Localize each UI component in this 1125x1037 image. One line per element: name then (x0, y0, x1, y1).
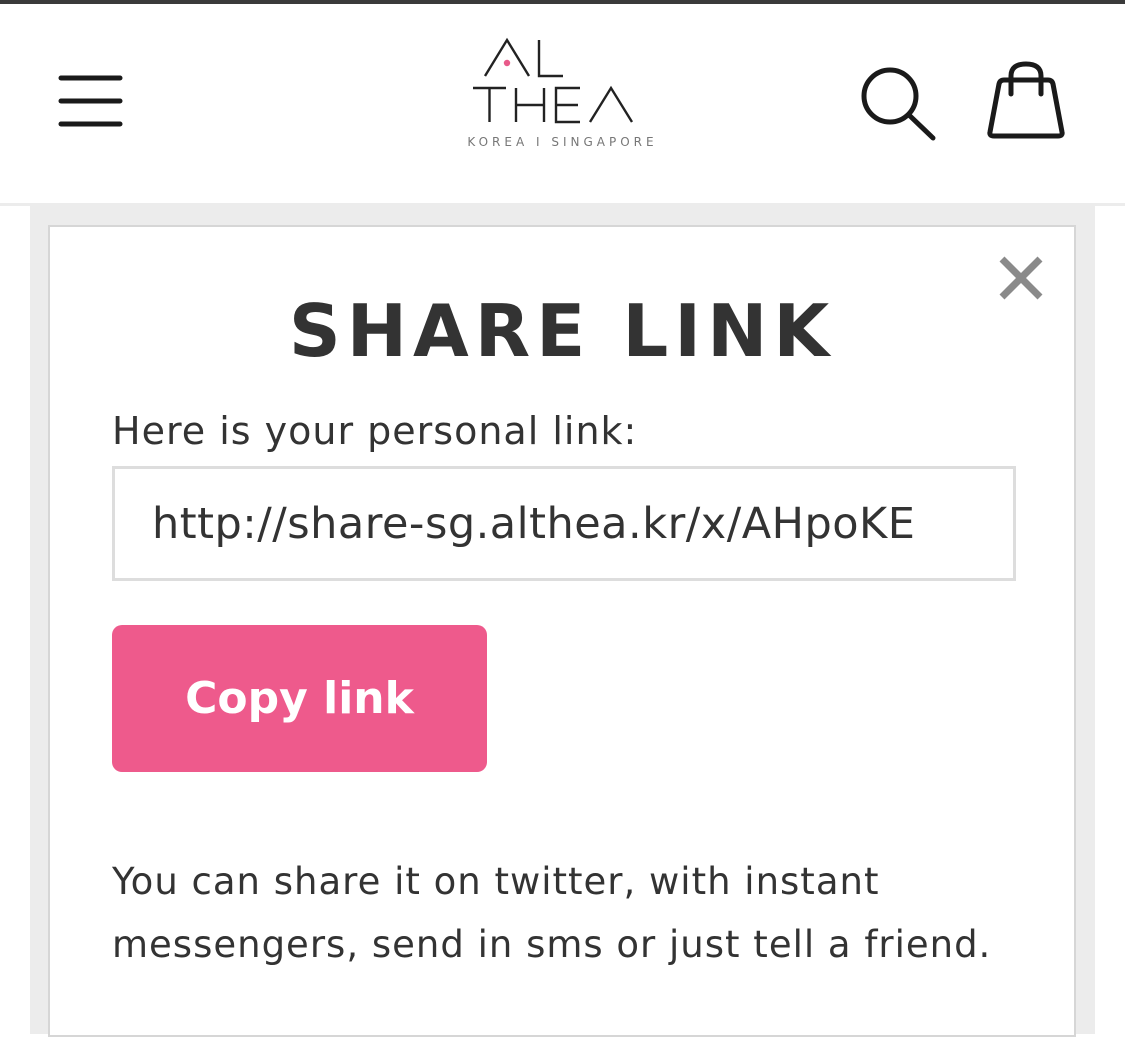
search-button[interactable] (852, 60, 944, 152)
search-icon (861, 67, 936, 141)
cart-button[interactable] (982, 60, 1070, 148)
share-link-modal: SHARE LINK Here is your personal link: C… (48, 225, 1076, 1037)
site-header: KOREA I SINGAPORE (0, 4, 1125, 203)
personal-link-field[interactable] (112, 466, 1016, 581)
share-hint-text: You can share it on twitter, with instan… (112, 860, 992, 966)
logo-subtitle: KOREA I SINGAPORE (467, 135, 658, 149)
shopping-bag-icon (987, 61, 1065, 139)
menu-icon (58, 75, 123, 127)
menu-button[interactable] (52, 66, 130, 138)
modal-title: SHARE LINK (288, 289, 836, 373)
copy-link-button[interactable]: Copy link (112, 625, 487, 772)
link-intro-label: Here is your personal link: (112, 409, 638, 453)
